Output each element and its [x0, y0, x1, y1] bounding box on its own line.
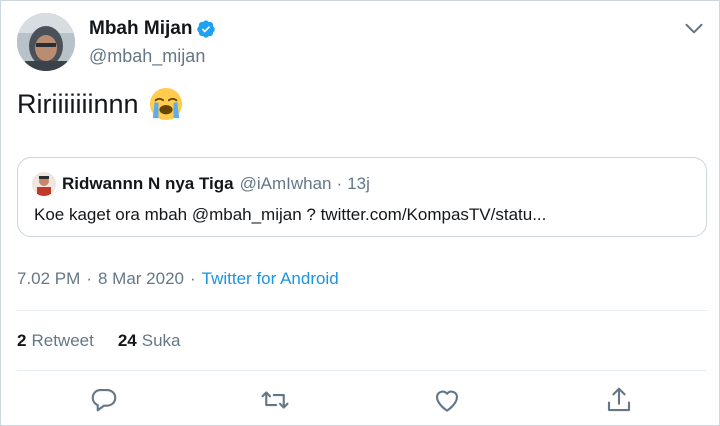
author-avatar-image [17, 13, 75, 71]
quoted-separator: · [336, 174, 343, 193]
author-names: Mbah Mijan @mbah_mijan [89, 17, 216, 67]
like-icon[interactable] [432, 385, 462, 415]
loudly-crying-face-icon [149, 87, 182, 121]
quoted-author-avatar [32, 172, 56, 196]
divider [17, 310, 707, 311]
tweet-source-link[interactable]: Twitter for Android [202, 269, 339, 289]
tweet-text: Ririiiiiiinnn [17, 87, 183, 121]
retweets-count: 2 [17, 331, 27, 350]
quoted-tweet-header: Ridwannn N nya Tiga @iAmIwhan · 13j [32, 172, 370, 196]
chevron-down-icon[interactable] [681, 15, 707, 41]
quoted-author-avatar-image [32, 172, 56, 196]
quoted-tweet[interactable]: Ridwannn N nya Tiga @iAmIwhan · 13j Koe … [17, 157, 707, 237]
quoted-tweet-text: Koe kaget ora mbah @mbah_mijan ? twitter… [34, 205, 547, 224]
tweet-time[interactable]: 7.02 PM [17, 269, 80, 289]
author-avatar[interactable] [17, 13, 75, 71]
likes-label: Suka [141, 331, 181, 350]
share-icon[interactable] [604, 385, 634, 415]
likes-count: 24 [117, 331, 137, 350]
reply-icon[interactable] [89, 385, 119, 415]
quoted-author-name: Ridwannn N nya Tiga [62, 174, 234, 193]
tweet-header: Mbah Mijan @mbah_mijan [17, 13, 707, 71]
tweet-date[interactable]: 8 Mar 2020 [98, 269, 184, 289]
tweet-actions [17, 381, 707, 421]
retweets-label: Retweet [31, 331, 94, 350]
meta-separator: · [189, 269, 196, 288]
author-handle[interactable]: @mbah_mijan [89, 46, 216, 67]
tweet-text-content: Ririiiiiiinnn [17, 88, 139, 119]
meta-separator: · [86, 269, 92, 288]
tweet-card: Mbah Mijan @mbah_mijan Ririiiiiiinnn Rid… [0, 0, 720, 426]
retweet-icon[interactable] [260, 385, 290, 415]
verified-badge-icon [197, 20, 216, 38]
author-name-text: Mbah Mijan [89, 18, 193, 39]
retweets-stat[interactable]: 2 Retweet [17, 331, 94, 351]
quoted-author-handle: @iAmIwhan [239, 174, 332, 193]
likes-stat[interactable]: 24 Suka [118, 331, 181, 351]
quoted-timestamp: 13j [347, 174, 370, 193]
divider [17, 370, 707, 371]
tweet-meta: 7.02 PM · 8 Mar 2020 · Twitter for Andro… [17, 269, 339, 289]
author-display-name[interactable]: Mbah Mijan [89, 17, 216, 41]
tweet-stats: 2 Retweet 24 Suka [17, 331, 205, 351]
